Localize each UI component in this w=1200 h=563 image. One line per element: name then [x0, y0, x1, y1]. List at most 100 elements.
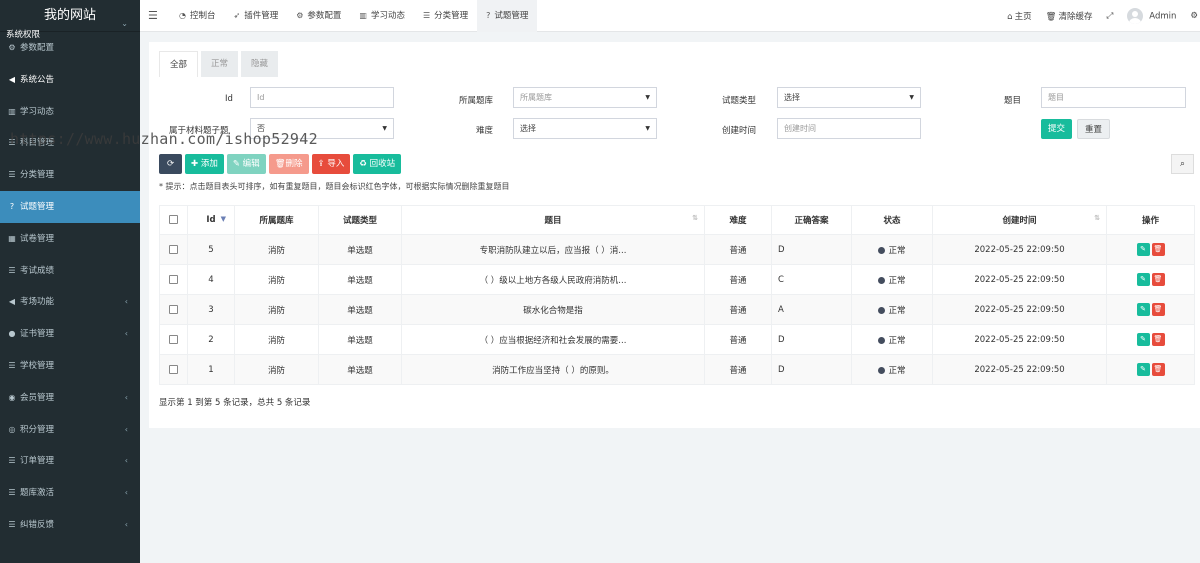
- delete-row-button[interactable]: 🗑: [1151, 333, 1165, 346]
- trash-icon: 🗑: [274, 159, 286, 169]
- id-input[interactable]: Id: [250, 87, 394, 108]
- sidebar-item-schools[interactable]: ☰ 学校管理: [0, 350, 140, 382]
- question-circle-icon: ?: [9, 201, 15, 211]
- bullhorn-icon: ◀: [8, 297, 16, 307]
- cell-type[interactable]: 单选题: [318, 264, 402, 295]
- table-row: 3 消防 单选题 碳水化合物是指 普通 A 正常 2022-05-25 22:0…: [159, 294, 1195, 325]
- cell-difficulty[interactable]: 普通: [704, 354, 772, 385]
- title-input[interactable]: 题目: [1041, 87, 1186, 108]
- clear-cache-button[interactable]: 🗑 清除缓存: [1046, 10, 1093, 22]
- import-button[interactable]: ⇪ 导入: [311, 154, 351, 174]
- tab-all[interactable]: 全部: [159, 51, 199, 77]
- keyboard-icon: ▦: [8, 233, 16, 243]
- recycle-bin-button[interactable]: ♻ 回收站: [353, 154, 402, 174]
- delete-row-button[interactable]: 🗑: [1151, 363, 1165, 376]
- sidebar-item-feedback[interactable]: ☰ 纠错反馈 ‹: [0, 509, 140, 541]
- chevron-left-icon: ‹: [124, 488, 128, 498]
- cell-type[interactable]: 单选题: [318, 294, 402, 325]
- reset-button[interactable]: 重置: [1077, 119, 1111, 139]
- sidebar-item-config[interactable]: ⚙ 参数配置: [0, 32, 140, 64]
- delete-row-button[interactable]: 🗑: [1151, 303, 1165, 316]
- cell-id: 5: [187, 234, 235, 265]
- table-header-row: Id ▼ 所属题库 试题类型 题目 ⇅ 难度 正确答案 状态 创建时间 ⇅ 操作: [159, 205, 1195, 235]
- cell-difficulty[interactable]: 普通: [704, 264, 772, 295]
- col-created[interactable]: 创建时间 ⇅: [932, 205, 1107, 235]
- difficulty-select[interactable]: 选择 ▼: [513, 118, 657, 139]
- cell-difficulty[interactable]: 普通: [704, 234, 772, 265]
- nav-tab-dashboard[interactable]: ◔ 控制台: [170, 0, 225, 32]
- sidebar-item-activation[interactable]: ☰ 题库激活 ‹: [0, 477, 140, 509]
- row-checkbox[interactable]: [159, 294, 188, 325]
- cell-type[interactable]: 单选题: [318, 234, 402, 265]
- user-menu[interactable]: Admin: [1127, 8, 1176, 24]
- row-checkbox[interactable]: [159, 234, 188, 265]
- edit-row-button[interactable]: ✎: [1136, 363, 1150, 376]
- cell-bank: 消防: [234, 264, 319, 295]
- submit-button[interactable]: 提交: [1041, 119, 1073, 139]
- search-toggle-button[interactable]: ⌕: [1171, 154, 1194, 174]
- row-checkbox[interactable]: [159, 264, 188, 295]
- cell-answer: A: [771, 294, 852, 325]
- delete-button[interactable]: 🗑删除: [268, 154, 309, 174]
- sidebar-item-exam-room[interactable]: ◀ 考场功能 ‹: [0, 286, 140, 318]
- edit-row-button[interactable]: ✎: [1136, 243, 1150, 256]
- sidebar-item-certificates[interactable]: ● 证书管理 ‹: [0, 318, 140, 350]
- col-id[interactable]: Id ▼: [187, 205, 235, 235]
- tab-hidden[interactable]: 隐藏: [241, 51, 279, 77]
- nav-tab-category[interactable]: ☰ 分类管理: [414, 0, 477, 32]
- created-input[interactable]: 创建时间: [777, 118, 921, 139]
- sidebar-item-study[interactable]: ▥ 学习动态: [0, 96, 140, 128]
- col-title[interactable]: 题目 ⇅: [401, 205, 705, 235]
- cell-answer: C: [771, 264, 852, 295]
- sidebar-item-members[interactable]: ◉ 会员管理 ‹: [0, 382, 140, 414]
- cell-type[interactable]: 单选题: [318, 354, 402, 385]
- sidebar: 我的网站 系统权限 ⌄ ⚙ 参数配置 ◀ 系统公告 ▥ 学习动态 ☰ 科目管理 ☰ 分类管理…: [0, 0, 140, 563]
- select-all-checkbox[interactable]: [159, 205, 188, 235]
- caret-down-icon: ▼: [645, 94, 650, 101]
- cell-status: 正常: [851, 324, 933, 355]
- nav-tab-config[interactable]: ⚙ 参数配置: [287, 0, 350, 32]
- cell-difficulty[interactable]: 普通: [704, 294, 772, 325]
- bank-select[interactable]: 所属题库 ▼: [513, 87, 657, 108]
- cell-type[interactable]: 单选题: [318, 324, 402, 355]
- map-icon: ▥: [8, 106, 16, 116]
- tab-normal[interactable]: 正常: [201, 51, 239, 77]
- edit-row-button[interactable]: ✎: [1136, 273, 1150, 286]
- sidebar-item-points[interactable]: ◎ 积分管理 ‹: [0, 414, 140, 446]
- sidebar-item-category[interactable]: ☰ 分类管理: [0, 159, 140, 191]
- edit-button[interactable]: ✎ 编辑: [226, 154, 266, 174]
- table-row: 5 消防 单选题 专职消防队建立以后，应当报（ ）消... 普通 D 正常 20…: [159, 234, 1195, 265]
- sidebar-item-notice[interactable]: ◀ 系统公告: [0, 64, 140, 96]
- edit-row-button[interactable]: ✎: [1136, 333, 1150, 346]
- refresh-button[interactable]: ⟳: [159, 154, 182, 174]
- menu-toggle-icon[interactable]: ☰: [148, 9, 158, 22]
- delete-row-button[interactable]: 🗑: [1151, 273, 1165, 286]
- nav-tab-study[interactable]: ▥ 学习动态: [350, 0, 414, 32]
- cell-difficulty[interactable]: 普通: [704, 324, 772, 355]
- sidebar-item-papers[interactable]: ▦ 试卷管理: [0, 223, 140, 255]
- col-bank: 所属题库: [234, 205, 319, 235]
- sidebar-item-scores[interactable]: ☰ 考试成绩: [0, 255, 140, 287]
- type-select[interactable]: 选择 ▼: [777, 87, 921, 108]
- fullscreen-icon[interactable]: ⤢: [1106, 11, 1113, 21]
- row-checkbox[interactable]: [159, 324, 188, 355]
- settings-gear-icon[interactable]: ⚙: [1190, 11, 1198, 21]
- chevron-left-icon: ‹: [124, 297, 128, 307]
- sort-desc-icon: ▼: [220, 215, 226, 223]
- created-label: 创建时间: [722, 126, 757, 136]
- edit-row-button[interactable]: ✎: [1136, 303, 1150, 316]
- home-link[interactable]: ⌂ 主页: [1007, 10, 1031, 22]
- delete-row-button[interactable]: 🗑: [1151, 243, 1165, 256]
- refresh-icon: ⟳: [166, 159, 175, 169]
- difficulty-label: 难度: [476, 126, 494, 136]
- row-checkbox[interactable]: [159, 354, 188, 385]
- nav-tab-plugins[interactable]: ➶ 插件管理: [225, 0, 288, 32]
- cell-bank: 消防: [234, 234, 319, 265]
- cell-created: 2022-05-25 22:09:50: [932, 234, 1107, 265]
- sidebar-item-questions[interactable]: ? 试题管理: [0, 190, 140, 223]
- cell-answer: D: [771, 354, 852, 385]
- cell-actions: ✎ 🗑: [1106, 354, 1195, 385]
- nav-tab-questions[interactable]: ? 试题管理: [477, 0, 538, 32]
- add-button[interactable]: ✚ 添加: [185, 154, 224, 174]
- sidebar-item-orders[interactable]: ☰ 订单管理 ‹: [0, 445, 140, 477]
